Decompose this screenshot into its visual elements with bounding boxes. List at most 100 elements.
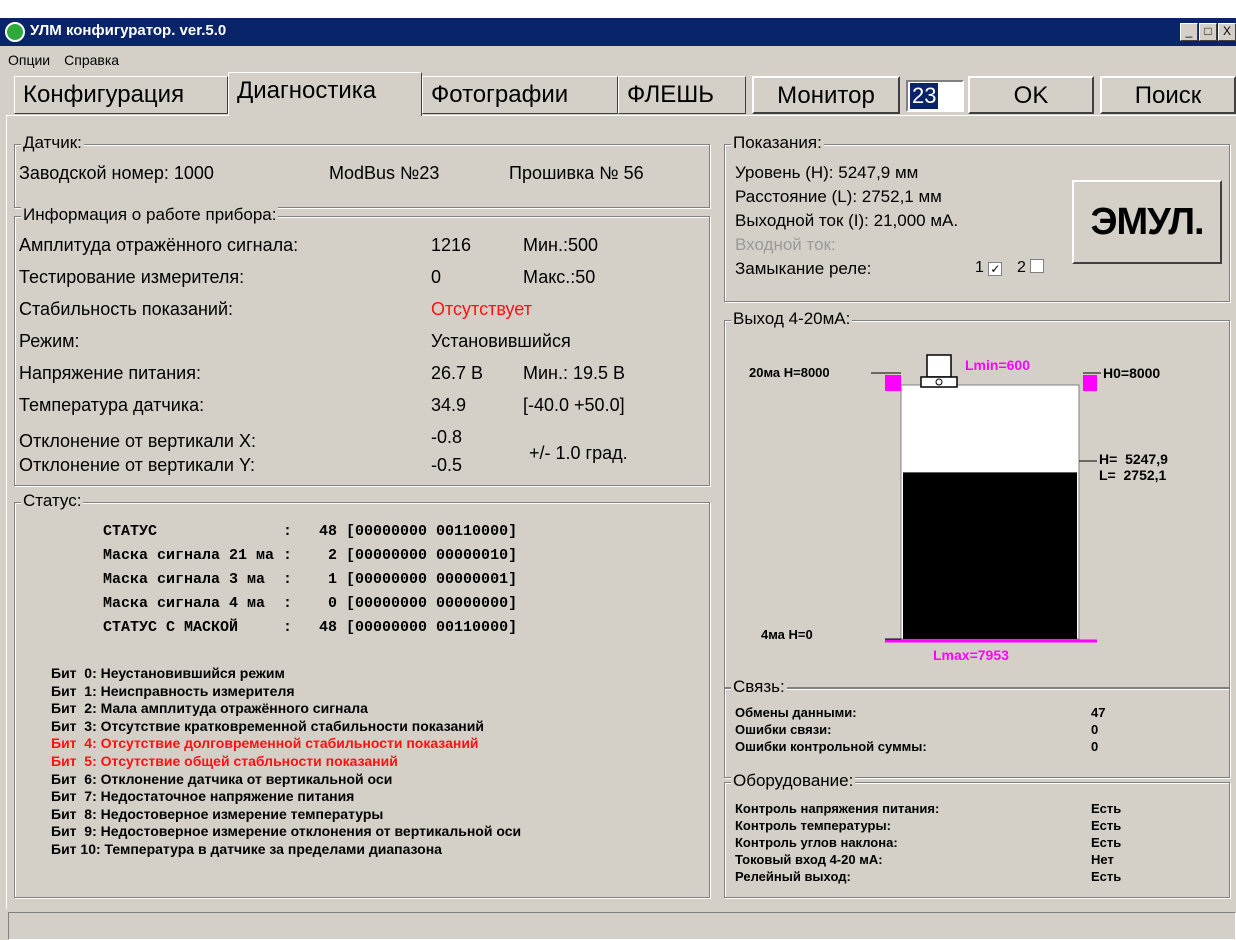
- output-group: Выход 4-20мА: 20ма H=8000 Lmin=600 H0=80…: [724, 309, 1230, 688]
- amplitude-value: 1216: [431, 235, 472, 255]
- menu-help[interactable]: Справка: [56, 48, 125, 68]
- temperature-label: Температура датчика:: [19, 395, 205, 415]
- tab-configuration[interactable]: Конфигурация: [14, 76, 228, 114]
- bit-item: Бит 8: Недостоверное измерение температу…: [51, 805, 384, 822]
- window-title: УЛМ конфигуратор. ver.5.0: [30, 22, 227, 39]
- hw-value: Нет: [1091, 852, 1114, 867]
- left-top-marker: [885, 375, 901, 391]
- meter-test-value: 0: [431, 267, 442, 287]
- tilt-y-label: Отклонение от вертикали Y:: [19, 455, 255, 475]
- tilt-range: +/- 1.0 град.: [529, 443, 628, 463]
- address-input[interactable]: 23: [906, 80, 964, 112]
- right-top-marker: [1083, 375, 1097, 391]
- stability-value: Отсутствует: [431, 299, 532, 319]
- relay-1-checkbox[interactable]: 1 ✓: [975, 259, 1003, 277]
- address-value: 23: [910, 83, 939, 109]
- hw-value: Есть: [1091, 869, 1122, 884]
- bit-item: Бит 3: Отсутствие кратковременной стабил…: [51, 717, 484, 734]
- h-value-label: H= 5247,9: [1099, 451, 1168, 467]
- hw-value: Есть: [1091, 835, 1122, 850]
- distance-reading: Расстояние (L): 2752,1 мм: [735, 187, 942, 206]
- mode-label: Режим:: [19, 331, 80, 351]
- hw-value: Есть: [1091, 801, 1122, 816]
- status-legend: Статус:: [21, 491, 84, 511]
- amplitude-min: Мин.:500: [523, 235, 599, 255]
- hw-label: Контроль углов наклона:: [735, 835, 898, 850]
- menu-bar: Опции Справка: [0, 48, 125, 70]
- temperature-range: [-40.0 +50.0]: [523, 395, 625, 415]
- bit-item: Бит 7: Недостаточное напряжение питания: [51, 788, 355, 805]
- minimize-button[interactable]: _: [1180, 23, 1198, 41]
- maximize-button[interactable]: □: [1199, 23, 1217, 41]
- monitor-button[interactable]: Монитор: [752, 76, 900, 114]
- bit-item: Бит 0: Неустановившийся режим: [51, 665, 285, 681]
- link-errors-label: Ошибки связи:: [735, 722, 832, 737]
- menu-options[interactable]: Опции: [0, 48, 56, 68]
- app-window: УЛМ конфигуратор. ver.5.0 _ □ X Опции Спр…: [0, 18, 1236, 940]
- exchange-label: Обмены данными:: [735, 705, 857, 720]
- meter-test-label: Тестирование измерителя:: [19, 267, 245, 287]
- hw-label: Релейный выход:: [735, 869, 851, 884]
- hardware-legend: Оборудование:: [731, 771, 856, 791]
- link-errors-value: 0: [1091, 722, 1099, 737]
- relay-2-checkbox[interactable]: 2: [1017, 259, 1045, 277]
- input-current-reading: Входной ток:: [735, 235, 836, 254]
- tab-photos[interactable]: Фотографии: [422, 76, 618, 114]
- ok-button[interactable]: OK: [968, 76, 1094, 114]
- emulate-button[interactable]: ЭМУЛ.: [1072, 180, 1222, 264]
- exchange-value: 47: [1091, 705, 1106, 720]
- tilt-x-value: -0.8: [431, 427, 463, 447]
- sensor-icon: [920, 354, 958, 388]
- hw-value: Есть: [1091, 818, 1122, 833]
- empty-checkbox-icon: [1030, 259, 1045, 273]
- level-reading: Уровень (H): 5247,9 мм: [735, 163, 919, 182]
- status-row: СТАТУС С МАСКОЙ : 48 [00000000 00110000]: [103, 619, 518, 636]
- meter-test-max: Макс.:50: [523, 267, 596, 287]
- bit-item: Бит 9: Недостоверное измерение отклонени…: [51, 823, 522, 840]
- status-row: СТАТУС : 48 [00000000 00110000]: [103, 523, 518, 540]
- lmax-label: Lmax=7953: [933, 647, 1009, 663]
- amplitude-label: Амплитуда отражённого сигнала:: [19, 235, 299, 255]
- status-row: Маска сигнала 21 ма : 2 [00000000 000000…: [103, 547, 518, 564]
- modbus-number: ModBus №23: [329, 163, 440, 183]
- l-value-label: L= 2752,1: [1099, 467, 1167, 483]
- close-button[interactable]: X: [1218, 23, 1236, 41]
- bit-item: Бит 2: Мала амплитуда отражённого сигнал…: [51, 700, 368, 717]
- checkmark-icon: ✓: [988, 262, 1003, 276]
- stability-label: Стабильность показаний:: [19, 299, 234, 319]
- hw-label: Токовый вход 4-20 мА:: [735, 852, 883, 867]
- sensor-group: Датчик: Заводской номер: 1000 ModBus №23…: [14, 133, 710, 208]
- app-logo-icon: [5, 22, 25, 42]
- tab-flash[interactable]: ФЛЕШЬ: [618, 76, 746, 114]
- firmware-number: Прошивка № 56: [509, 163, 644, 183]
- readings-legend: Показания:: [731, 133, 824, 153]
- temperature-value: 34.9: [431, 395, 467, 415]
- h0-label: H0=8000: [1103, 365, 1161, 381]
- relay-label: Замыкание реле:: [735, 259, 872, 278]
- level-fill: [903, 472, 1077, 639]
- link-legend: Связь:: [731, 677, 787, 697]
- voltage-min: Мин.: 19.5 В: [523, 363, 626, 383]
- hardware-group: Оборудование: Контроль напряжения питани…: [724, 771, 1230, 898]
- bit-item-active: Бит 4: Отсутствие долговременной стабиль…: [51, 735, 479, 752]
- checksum-errors-label: Ошибки контрольной суммы:: [735, 739, 927, 754]
- bit-item: Бит 1: Неисправность измерителя: [51, 682, 295, 699]
- hw-label: Контроль напряжения питания:: [735, 801, 940, 816]
- voltage-value: 26.7 В: [431, 363, 484, 383]
- search-button[interactable]: Поиск: [1100, 76, 1236, 114]
- status-row: Маска сигнала 4 ма : 0 [00000000 0000000…: [103, 595, 518, 612]
- hw-label: Контроль температуры:: [735, 818, 891, 833]
- bit-list: Бит 0: Неустановившийся режим Бит 1: Неи…: [51, 665, 521, 859]
- tab-diagnostics[interactable]: Диагностика: [228, 72, 422, 116]
- tilt-y-value: -0.5: [431, 455, 463, 475]
- sensor-legend: Датчик:: [21, 133, 84, 153]
- bit-item: Бит 10: Температура в датчике за предела…: [51, 840, 442, 857]
- bottom-left-label: 4ма H=0: [761, 627, 813, 642]
- link-group: Связь: Обмены данными: 47 Ошибки связи: …: [724, 677, 1230, 778]
- checksum-errors-value: 0: [1091, 739, 1099, 754]
- status-row: Маска сигнала 3 ма : 1 [00000000 0000000…: [103, 571, 518, 588]
- output-current-reading: Выходной ток (I): 21,000 мА.: [735, 211, 959, 230]
- title-bar: УЛМ конфигуратор. ver.5.0 _ □ X: [0, 18, 1236, 46]
- tilt-x-label: Отклонение от вертикали X:: [19, 431, 256, 451]
- serial-number: Заводской номер: 1000: [19, 163, 214, 183]
